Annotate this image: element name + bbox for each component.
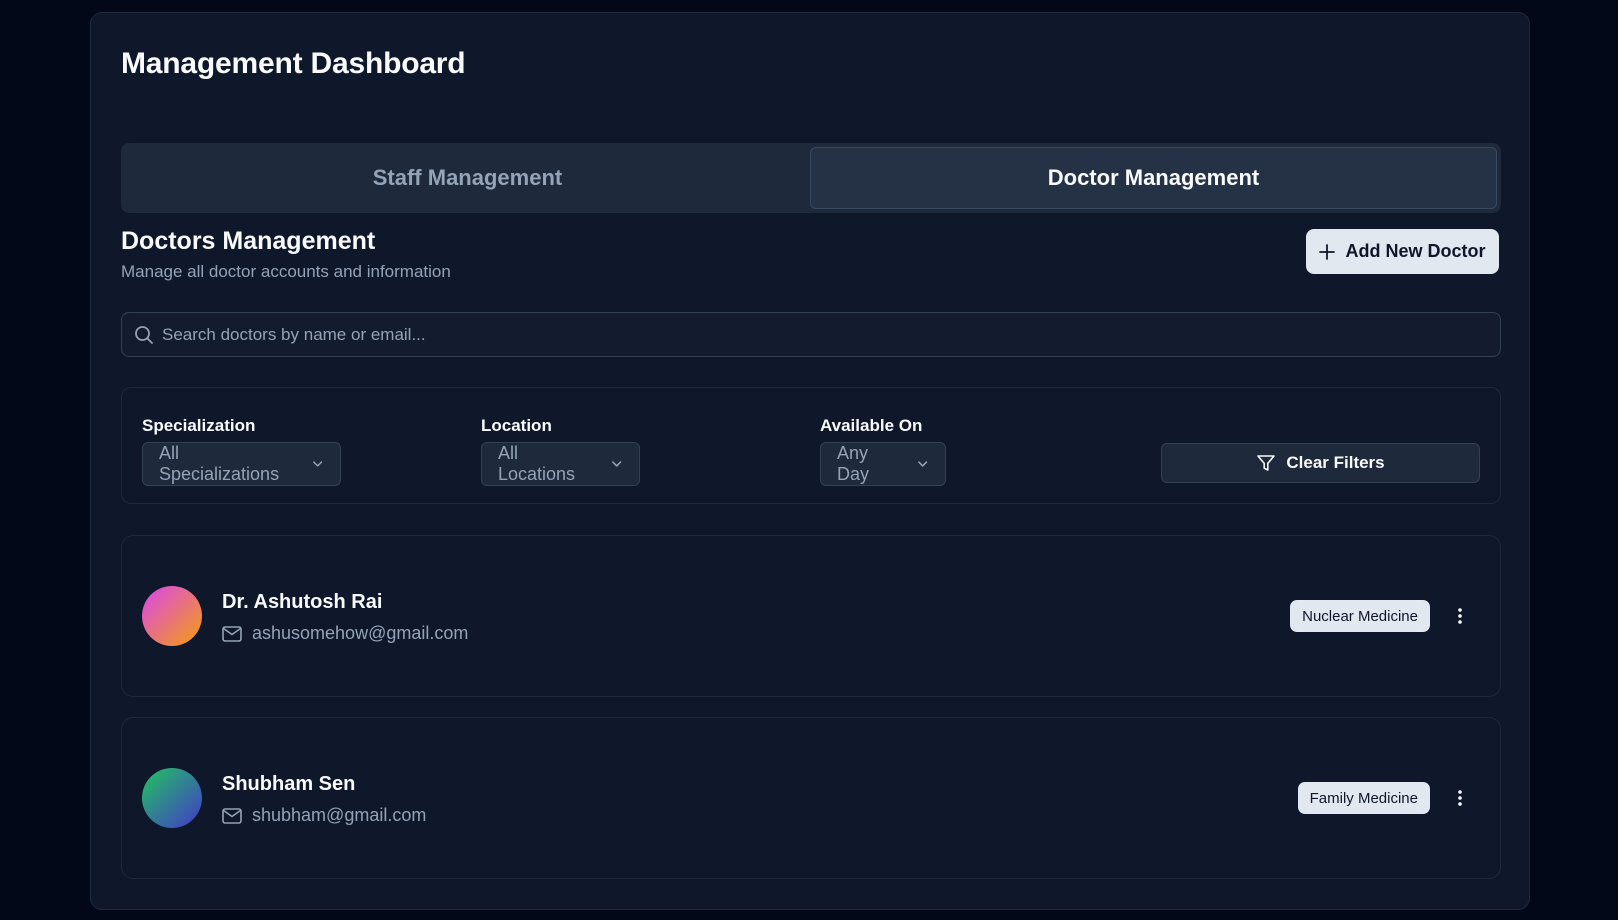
avatar (142, 768, 202, 828)
available-on-value: Any Day (837, 443, 870, 484)
chevron-down-icon (312, 461, 322, 467)
location-select[interactable]: All Locations (481, 442, 640, 486)
section-subtitle: Manage all doctor accounts and informati… (121, 262, 451, 281)
specialization-value: All Specializations (159, 443, 280, 484)
management-tabs: Staff Management Doctor Management (121, 143, 1501, 213)
more-vertical-icon (1458, 608, 1462, 624)
tab-doctor-management[interactable]: Doctor Management (810, 147, 1497, 209)
doctor-email: shubham@gmail.com (252, 805, 427, 825)
location-value: All Locations (498, 443, 576, 484)
avatar (142, 586, 202, 646)
specialization-badge: Family Medicine (1297, 782, 1430, 814)
specialization-badge: Nuclear Medicine (1290, 600, 1430, 632)
clear-filters-button[interactable]: Clear Filters (1161, 443, 1480, 483)
add-new-doctor-button[interactable]: Add New Doctor (1306, 229, 1499, 274)
add-new-doctor-label: Add New Doctor (1345, 241, 1486, 261)
doctor-email-row: ashusomehow@gmail.com (222, 623, 468, 644)
more-options-button[interactable] (1448, 602, 1472, 630)
location-filter: Location All Locations (481, 416, 640, 486)
mail-icon (222, 807, 242, 824)
filter-icon (1257, 455, 1276, 471)
location-label: Location (481, 416, 552, 435)
mail-icon (222, 625, 242, 642)
doctor-email: ashusomehow@gmail.com (252, 623, 469, 643)
plus-icon (1319, 243, 1336, 260)
search-box (121, 312, 1501, 357)
search-input[interactable] (162, 324, 1500, 345)
more-vertical-icon (1458, 790, 1462, 806)
doctor-card: Dr. Ashutosh Rai ashusomehow@gmail.com N… (121, 535, 1501, 697)
clear-filters-label: Clear Filters (1286, 453, 1385, 472)
specialization-label: Specialization (142, 416, 256, 435)
section-header: Doctors Management Manage all doctor acc… (121, 227, 451, 282)
available-on-select[interactable]: Any Day (820, 442, 946, 486)
tab-staff-management[interactable]: Staff Management (125, 147, 810, 209)
section-title: Doctors Management (121, 227, 376, 255)
doctor-name: Shubham Sen (222, 773, 356, 795)
doctor-email-row: shubham@gmail.com (222, 805, 426, 826)
doctor-name: Dr. Ashutosh Rai (222, 591, 383, 613)
chevron-down-icon (611, 461, 621, 467)
chevron-down-icon (917, 461, 927, 467)
available-on-filter: Available On Any Day (820, 416, 946, 486)
filters-panel: Specialization All Specializations Locat… (121, 387, 1501, 504)
doctor-card: Shubham Sen shubham@gmail.com Family Med… (121, 717, 1501, 879)
search-icon (135, 326, 153, 344)
page-title: Management Dashboard (121, 47, 466, 80)
dashboard-card: Management Dashboard Staff Management Do… (90, 12, 1530, 910)
more-options-button[interactable] (1448, 784, 1472, 812)
specialization-select[interactable]: All Specializations (142, 442, 341, 486)
specialization-filter: Specialization All Specializations (142, 416, 341, 486)
available-on-label: Available On (820, 416, 923, 435)
